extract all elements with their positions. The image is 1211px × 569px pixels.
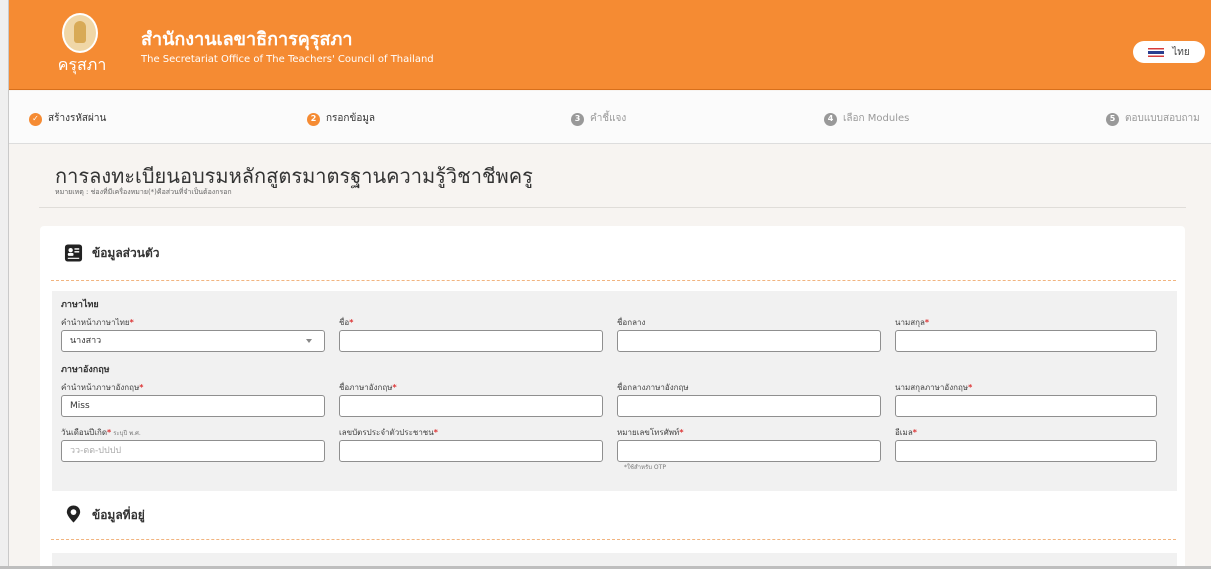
middle-name-en-label: ชื่อกลางภาษาอังกฤษ <box>617 383 689 392</box>
step-instructions[interactable]: 3 คำชี้แจง <box>571 112 626 126</box>
phone-input[interactable] <box>617 440 881 462</box>
divider <box>39 207 1186 208</box>
title-en-label: คำนำหน้าภาษาอังกฤษ* <box>61 383 144 392</box>
title-th-label: คำนำหน้าภาษาไทย* <box>61 318 134 327</box>
citizen-id-input[interactable] <box>339 440 603 462</box>
first-name-input[interactable] <box>339 330 603 352</box>
last-name-input[interactable] <box>895 330 1157 352</box>
birthdate-label: วันเดือนปีเกิด* ระบุปี พ.ศ. <box>61 428 141 437</box>
site-header: ครุสภา สำนักงานเลขาธิการคุรุสภา The Secr… <box>9 0 1211 90</box>
browser-page: ครุสภา สำนักงานเลขาธิการคุรุสภา The Secr… <box>8 0 1211 566</box>
seal-icon <box>62 13 98 53</box>
teachers-council-logo[interactable]: ครุสภา <box>56 13 106 79</box>
last-name-label: นามสกุล* <box>895 318 930 327</box>
personal-info-card: ข้อมูลส่วนตัว ภาษาไทย คำนำหน้าภาษาไทย* น… <box>40 226 1185 566</box>
page-title: การลงทะเบียนอบรมหลักสูตรมาตรฐานความรู้วิ… <box>55 164 533 188</box>
step-choose-modules[interactable]: 4 เลือก Modules <box>824 112 909 126</box>
language-label: ไทย <box>1172 46 1190 58</box>
step-create-password[interactable]: ✓ สร้างรหัสผ่าน <box>29 112 106 126</box>
birthdate-input[interactable]: วว-ดด-ปปปป <box>61 440 325 462</box>
section-divider <box>51 539 1176 540</box>
english-group-title: ภาษาอังกฤษ <box>61 365 110 375</box>
last-name-en-label: นามสกุลภาษาอังกฤษ* <box>895 383 973 392</box>
middle-name-en-input[interactable] <box>617 395 881 417</box>
site-title-en: The Secretariat Office of The Teachers' … <box>141 54 434 65</box>
middle-name-input[interactable] <box>617 330 881 352</box>
middle-name-label: ชื่อกลาง <box>617 318 646 327</box>
step-label: เลือก Modules <box>843 113 910 124</box>
citizen-id-label: เลขบัตรประจำตัวประชาชน* <box>339 428 438 437</box>
personal-fields-panel: ภาษาไทย คำนำหน้าภาษาไทย* นางสาว ชื่อ* ชื… <box>52 291 1177 491</box>
checkmark-icon: ✓ <box>29 112 42 126</box>
title-th-select[interactable]: นางสาว <box>61 330 325 352</box>
thai-flag-icon <box>1148 47 1165 57</box>
address-fields-panel <box>52 553 1177 566</box>
section-divider <box>51 280 1176 281</box>
email-input[interactable] <box>895 440 1157 462</box>
thai-group-title: ภาษาไทย <box>61 300 99 310</box>
first-name-en-label: ชื่อภาษาอังกฤษ* <box>339 383 397 392</box>
phone-otp-note: *ใช้สำหรับ OTP <box>624 464 666 471</box>
logo-text: ครุสภา <box>57 55 107 74</box>
last-name-en-input[interactable] <box>895 395 1157 417</box>
chevron-down-icon <box>306 339 312 343</box>
required-note: หมายเหตุ : ช่องที่มีเครื่องหมาย(*)คือส่ว… <box>55 188 232 196</box>
email-label: อีเมล* <box>895 428 917 437</box>
step-fill-info[interactable]: 2 กรอกข้อมูล <box>307 112 375 126</box>
site-title-th: สำนักงานเลขาธิการคุรุสภา <box>141 29 353 50</box>
phone-label: หมายเลขโทรศัพท์* <box>617 428 684 437</box>
language-switcher[interactable]: ไทย <box>1133 41 1205 63</box>
registration-form-area: การลงทะเบียนอบรมหลักสูตรมาตรฐานความรู้วิ… <box>39 160 1186 566</box>
step-number: 3 <box>571 112 584 126</box>
title-en-input[interactable]: Miss <box>61 395 325 417</box>
step-survey[interactable]: 5 ตอบแบบสอบถาม <box>1106 112 1200 126</box>
step-label: คำชี้แจง <box>590 113 627 124</box>
step-label: ตอบแบบสอบถาม <box>1125 113 1200 124</box>
personal-section-title: ข้อมูลส่วนตัว <box>92 246 160 260</box>
step-number: 4 <box>824 112 837 126</box>
first-name-en-input[interactable] <box>339 395 603 417</box>
id-card-icon <box>64 244 83 262</box>
step-label: สร้างรหัสผ่าน <box>48 113 107 124</box>
location-pin-icon <box>66 505 81 523</box>
step-number: 2 <box>307 112 320 126</box>
step-label: กรอกข้อมูล <box>326 113 376 124</box>
first-name-label: ชื่อ* <box>339 318 354 327</box>
step-number: 5 <box>1106 112 1119 126</box>
address-section-title: ข้อมูลที่อยู่ <box>92 508 145 522</box>
registration-stepper: ✓ สร้างรหัสผ่าน 2 กรอกข้อมูล 3 คำชี้แจง … <box>9 91 1211 144</box>
